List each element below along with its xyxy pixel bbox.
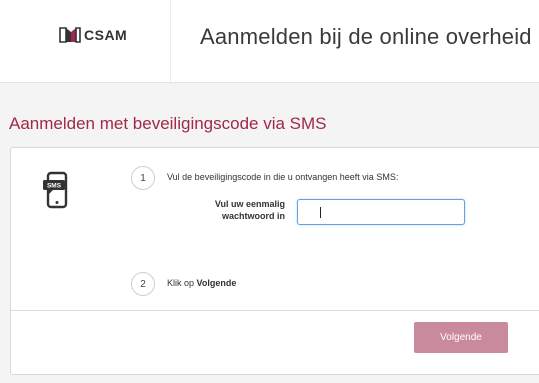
step-1-instruction: Vul de beveiligingscode in die u ontvang… [167, 172, 399, 182]
header: CSAM Aanmelden bij de online overheid [0, 0, 539, 83]
next-button[interactable]: Volgende [414, 322, 508, 353]
sms-badge-text: SMS [47, 183, 62, 190]
sms-phone-icon: SMS [43, 171, 68, 209]
otp-label: Vul uw eenmalig wachtwoord in [214, 199, 285, 221]
csam-logo-icon [59, 27, 81, 43]
step-2-text-prefix: Klik op [167, 278, 197, 288]
step-2-text-bold: Volgende [196, 278, 237, 288]
csam-logo[interactable]: CSAM [59, 26, 127, 44]
logo-area: CSAM [0, 0, 171, 82]
logo-text: CSAM [84, 27, 128, 43]
page-title: Aanmelden bij de online overheid [200, 24, 532, 49]
sms-login-card: SMS 1 Vul de beveiligingscode in die u o… [10, 147, 539, 375]
step-2-number: 2 [131, 272, 155, 296]
section-title: Aanmelden met beveiligingscode via SMS [9, 114, 327, 133]
otp-input[interactable] [297, 199, 465, 225]
card-divider [11, 310, 539, 311]
login-page: CSAM Aanmelden bij de online overheid Aa… [0, 0, 539, 383]
step-2-instruction: Klik op Volgende [167, 278, 236, 288]
text-caret [320, 207, 321, 218]
step-1-number: 1 [131, 166, 155, 190]
